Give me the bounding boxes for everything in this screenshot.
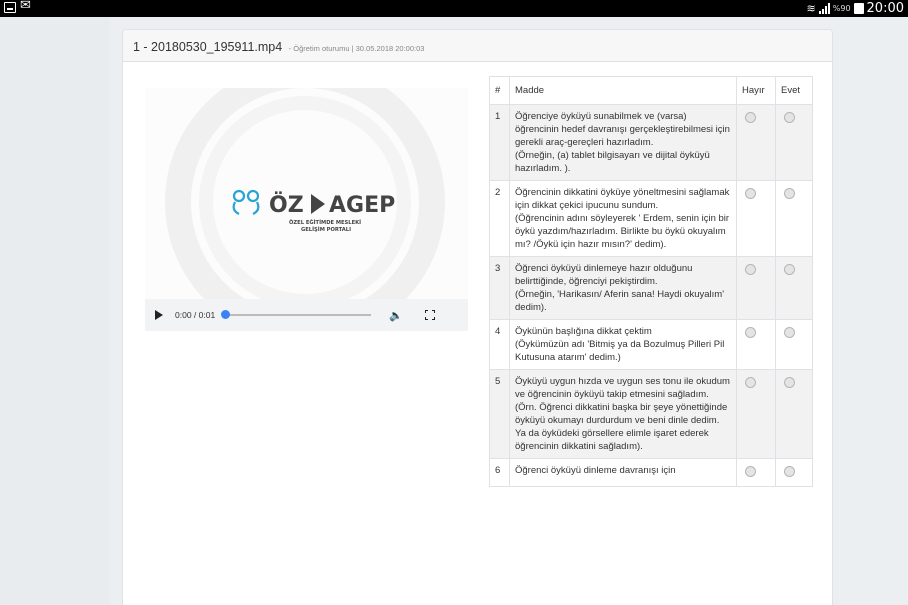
hayir-cell — [736, 458, 776, 487]
column-header-number: # — [489, 76, 510, 105]
hayir-radio[interactable] — [745, 112, 756, 123]
svg-text:ÖZEL EĞİTİMDE MESLEKİ: ÖZEL EĞİTİMDE MESLEKİ — [289, 219, 361, 226]
column-header-evet: Evet — [775, 76, 813, 105]
status-bar: ≋ %90 20:00 — [0, 0, 908, 17]
row-text: Öykünün başlığına dikkat çektim (Öykümüz… — [509, 319, 737, 370]
evet-radio[interactable] — [784, 327, 795, 338]
battery-icon — [853, 3, 864, 14]
table-row: 1 Öğrenciye öyküyü sunabilmek ve (varsa)… — [489, 104, 813, 181]
table-row: 6 Öğrenci öyküyü dinleme davranışı için — [489, 458, 813, 487]
play-icon[interactable] — [155, 310, 163, 320]
video-title: 1 - 20180530_195911.mp4 — [133, 40, 283, 54]
mail-icon — [20, 0, 33, 13]
session-subtitle: - Öğretim oturumu | 30.05.2018 20:00:03 — [288, 44, 425, 53]
svg-text:GELİŞİM PORTALI: GELİŞİM PORTALI — [301, 226, 351, 233]
hayir-cell — [736, 319, 776, 370]
fullscreen-icon[interactable] — [424, 310, 435, 320]
table-row: 4 Öykünün başlığına dikkat çektim (Öyküm… — [489, 319, 813, 370]
video-progress-slider[interactable] — [221, 310, 372, 319]
hayir-cell — [736, 369, 776, 459]
evet-radio[interactable] — [784, 112, 795, 123]
volume-icon[interactable]: 🔈 — [389, 309, 403, 322]
evet-cell — [775, 458, 813, 487]
battery-percent: %90 — [832, 4, 851, 13]
svg-text:ÖZ: ÖZ — [269, 192, 304, 218]
row-text: Öğrenciye öyküyü sunabilmek ve (varsa) ö… — [509, 104, 737, 181]
hayir-radio[interactable] — [745, 466, 756, 477]
table-row: 2 Öğrencinin dikkatini öyküye yöneltmesi… — [489, 180, 813, 257]
row-number: 5 — [489, 369, 510, 459]
row-number: 4 — [489, 319, 510, 370]
agep-logo: ÖZ AGEP ÖZEL EĞİTİMDE MESLEKİ GELİŞİM PO… — [232, 189, 395, 233]
row-text: Öyküyü uygun hızda ve uygun ses tonu ile… — [509, 369, 737, 459]
svg-text:AGEP: AGEP — [329, 193, 395, 218]
column-header-hayir: Hayır — [736, 76, 776, 105]
session-card: 1 - 20180530_195911.mp4 - Öğretim oturum… — [122, 29, 833, 605]
evet-cell — [775, 369, 813, 459]
row-text: Öğrenci öyküyü dinleme davranışı için — [509, 458, 737, 487]
row-number: 1 — [489, 104, 510, 181]
evet-radio[interactable] — [784, 188, 795, 199]
hayir-radio[interactable] — [745, 188, 756, 199]
row-number: 6 — [489, 458, 510, 487]
card-header: 1 - 20180530_195911.mp4 - Öğretim oturum… — [123, 30, 832, 62]
hayir-cell — [736, 180, 776, 257]
video-player[interactable]: ÖZ AGEP ÖZEL EĞİTİMDE MESLEKİ GELİŞİM PO… — [145, 88, 468, 331]
evet-radio[interactable] — [784, 377, 795, 388]
table-row: 3 Öğrenci öyküyü dinlemeye hazır olduğun… — [489, 256, 813, 320]
hayir-cell — [736, 256, 776, 320]
row-number: 3 — [489, 256, 510, 320]
evet-cell — [775, 104, 813, 181]
table-header-row: # Madde Hayır Evet — [489, 76, 813, 105]
checklist-table: # Madde Hayır Evet 1 Öğrenciye öyküyü su… — [489, 76, 813, 487]
side-background — [0, 17, 110, 605]
hayir-radio[interactable] — [745, 377, 756, 388]
evet-cell — [775, 180, 813, 257]
evet-radio[interactable] — [784, 466, 795, 477]
hayir-cell — [736, 104, 776, 181]
wifi-icon: ≋ — [806, 2, 816, 15]
hayir-radio[interactable] — [745, 264, 756, 275]
evet-cell — [775, 256, 813, 320]
app-icon — [4, 2, 16, 13]
row-number: 2 — [489, 180, 510, 257]
evet-radio[interactable] — [784, 264, 795, 275]
signal-icon — [818, 3, 830, 14]
column-header-madde: Madde — [509, 76, 737, 105]
video-controls: 0:00 / 0:01 🔈 — [145, 299, 468, 331]
row-text: Öğrenci öyküyü dinlemeye hazır olduğunu … — [509, 256, 737, 320]
row-text: Öğrencinin dikkatini öyküye yöneltmesini… — [509, 180, 737, 257]
video-time: 0:00 / 0:01 — [175, 310, 216, 320]
table-row: 5 Öyküyü uygun hızda ve uygun ses tonu i… — [489, 369, 813, 459]
evet-cell — [775, 319, 813, 370]
clock: 20:00 — [866, 1, 904, 16]
hayir-radio[interactable] — [745, 327, 756, 338]
